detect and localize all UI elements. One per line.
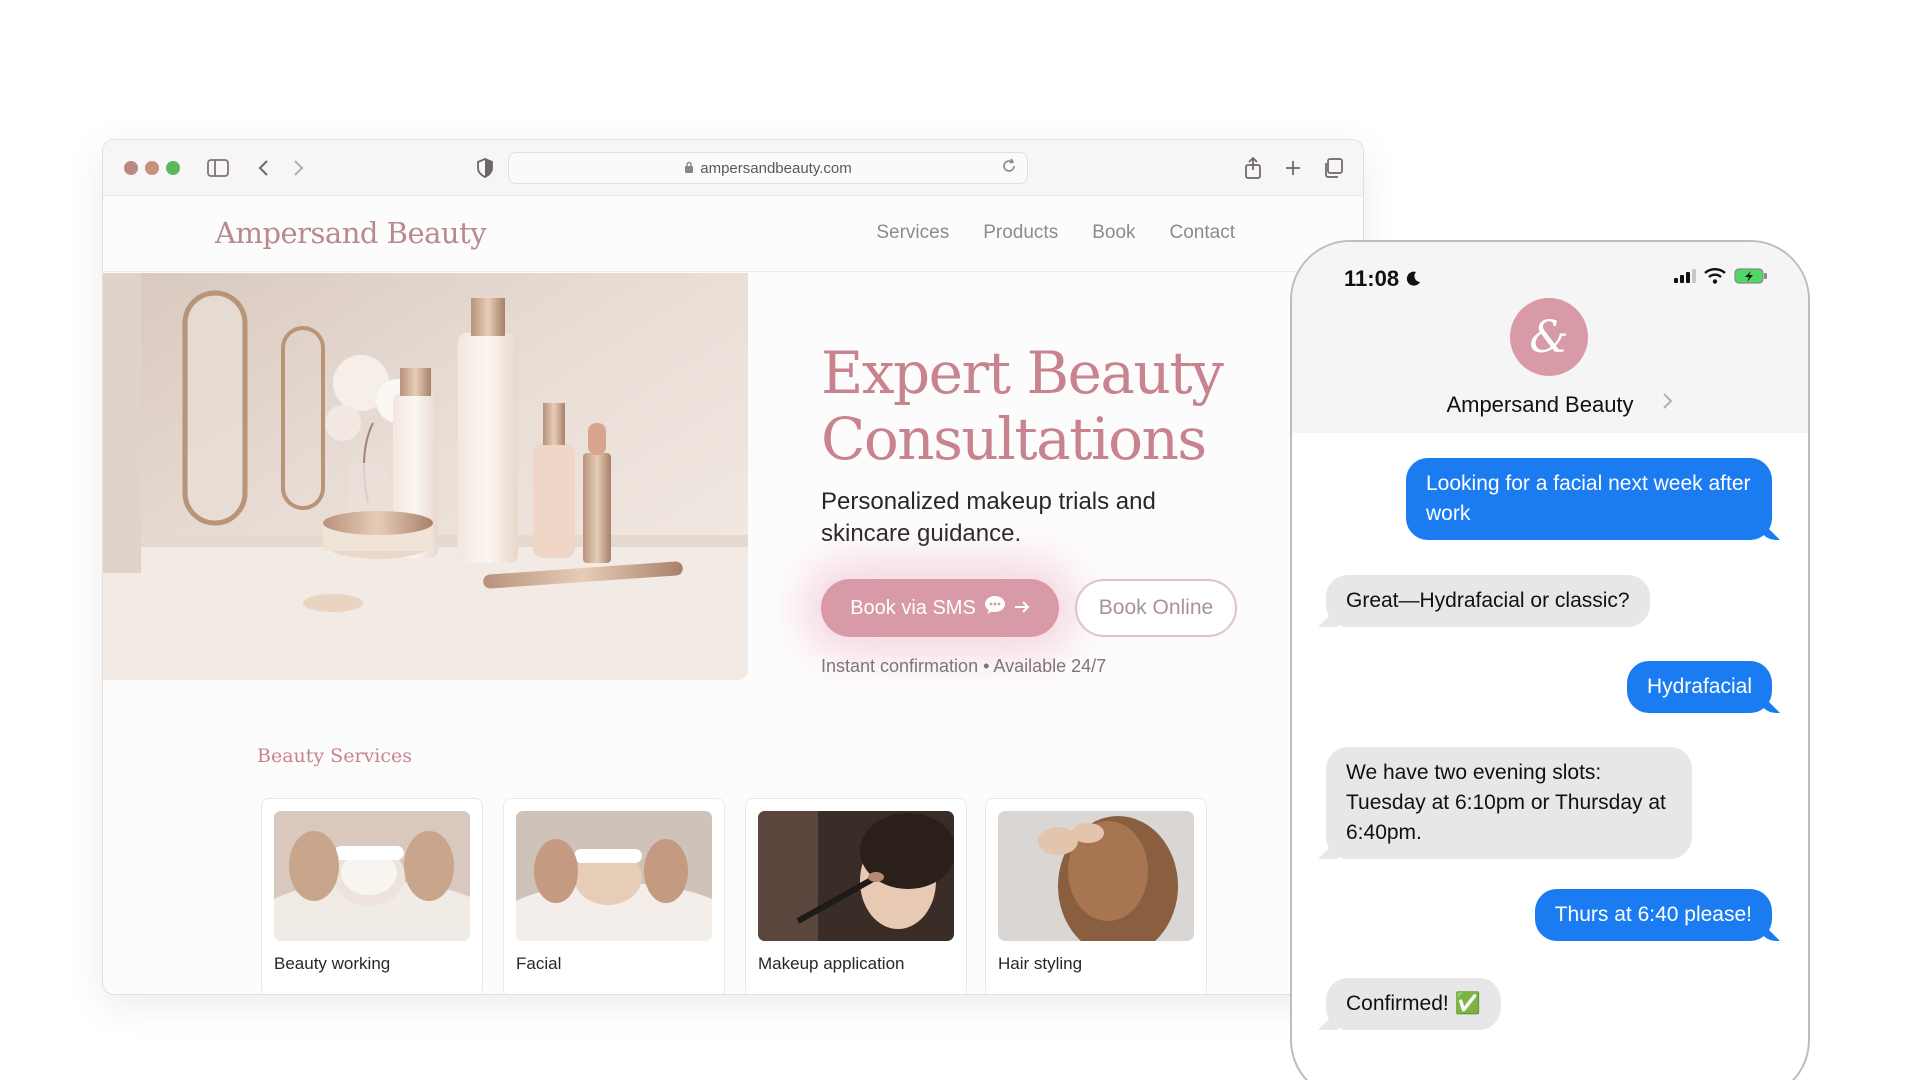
- contact-avatar[interactable]: &: [1510, 298, 1588, 376]
- hero-subtitle: Personalized makeup trials and skincare …: [821, 488, 1156, 547]
- battery-icon: [1734, 268, 1768, 289]
- services-title: Beauty Services: [257, 745, 412, 767]
- message-incoming[interactable]: Great—Hydrafacial or classic?: [1326, 575, 1650, 627]
- chevron-right-icon[interactable]: [1662, 392, 1674, 416]
- shield-icon[interactable]: [475, 154, 495, 182]
- service-thumb-hair: [998, 811, 1194, 941]
- back-icon[interactable]: [253, 154, 273, 182]
- site-header: Ampersand Beauty Services Products Book …: [103, 196, 1363, 272]
- status-time-text: 11:08: [1344, 266, 1400, 291]
- forward-icon[interactable]: [289, 154, 309, 182]
- service-card-makeup-application[interactable]: Makeup application: [745, 798, 967, 994]
- nav-book[interactable]: Book: [1092, 222, 1135, 244]
- tabs-icon[interactable]: [1321, 154, 1345, 182]
- url-text: ampersandbeauty.com: [700, 159, 852, 177]
- nav-contact[interactable]: Contact: [1170, 222, 1235, 244]
- browser-window: ampersandbeauty.com Ampersand Beauty Ser…: [102, 139, 1364, 995]
- contact-name[interactable]: Ampersand Beauty: [1292, 392, 1808, 418]
- hero-title-line1: Expert Beauty: [821, 339, 1224, 407]
- status-icons: [1674, 268, 1768, 289]
- address-bar[interactable]: ampersandbeauty.com: [508, 152, 1028, 184]
- nav-products[interactable]: Products: [983, 222, 1058, 244]
- chat-bubble-icon: [984, 595, 1006, 621]
- stage: ampersandbeauty.com Ampersand Beauty Ser…: [0, 0, 1920, 1080]
- minimize-window-button[interactable]: [145, 161, 159, 175]
- nav-services[interactable]: Services: [876, 222, 949, 244]
- service-card-label: Makeup application: [758, 954, 905, 973]
- service-card-beauty-working[interactable]: Beauty working: [261, 798, 483, 994]
- signal-icon: [1674, 269, 1696, 288]
- service-card-hair-styling[interactable]: Hair styling: [985, 798, 1207, 994]
- wifi-icon: [1704, 268, 1726, 289]
- sidebar-icon[interactable]: [205, 154, 231, 182]
- message-outgoing[interactable]: Thurs at 6:40 please!: [1534, 889, 1772, 941]
- share-icon[interactable]: [1241, 154, 1265, 182]
- hero-image: [103, 273, 748, 680]
- new-tab-icon[interactable]: [1281, 154, 1305, 182]
- maximize-window-button[interactable]: [166, 161, 180, 175]
- moon-icon: [1405, 266, 1421, 291]
- hero-title: Expert Beauty Consultations: [821, 339, 1224, 473]
- status-time: 11:08: [1344, 266, 1421, 292]
- service-card-label: Hair styling: [998, 954, 1083, 973]
- site-nav: Services Products Book Contact: [876, 222, 1235, 244]
- book-via-sms-button[interactable]: Book via SMS: [821, 579, 1059, 637]
- message-incoming[interactable]: Confirmed! ✅: [1326, 978, 1501, 1030]
- service-card-label: Beauty working: [274, 954, 391, 973]
- cosmetics-illustration: [103, 273, 748, 680]
- service-thumb-facial: [516, 811, 712, 941]
- lock-icon: [684, 161, 694, 176]
- reload-icon[interactable]: [1001, 158, 1017, 179]
- service-card-label: Facial: [516, 954, 562, 973]
- arrow-right-icon: [1014, 597, 1030, 620]
- message-incoming[interactable]: We have two evening slots: Tuesday at 6:…: [1326, 747, 1692, 859]
- site-logo[interactable]: Ampersand Beauty: [215, 216, 487, 250]
- service-thumb-facial-mask: [274, 811, 470, 941]
- close-window-button[interactable]: [124, 161, 138, 175]
- message-outgoing[interactable]: Hydrafacial: [1626, 661, 1772, 713]
- service-thumb-makeup: [758, 811, 954, 941]
- phone-frame: 11:08 & Ampersand Beauty Looking for a f…: [1290, 240, 1810, 1080]
- browser-toolbar: ampersandbeauty.com: [103, 140, 1363, 196]
- service-card-facial[interactable]: Facial: [503, 798, 725, 994]
- hero-note: Instant confirmation • Available 24/7: [821, 656, 1107, 676]
- hero-title-line2: Consultations: [821, 405, 1207, 473]
- message-outgoing[interactable]: Looking for a facial next week after wor…: [1406, 458, 1772, 540]
- messages-header: 11:08 & Ampersand Beauty: [1292, 242, 1808, 433]
- book-online-button[interactable]: Book Online: [1075, 579, 1237, 637]
- book-via-sms-label: Book via SMS: [850, 596, 976, 619]
